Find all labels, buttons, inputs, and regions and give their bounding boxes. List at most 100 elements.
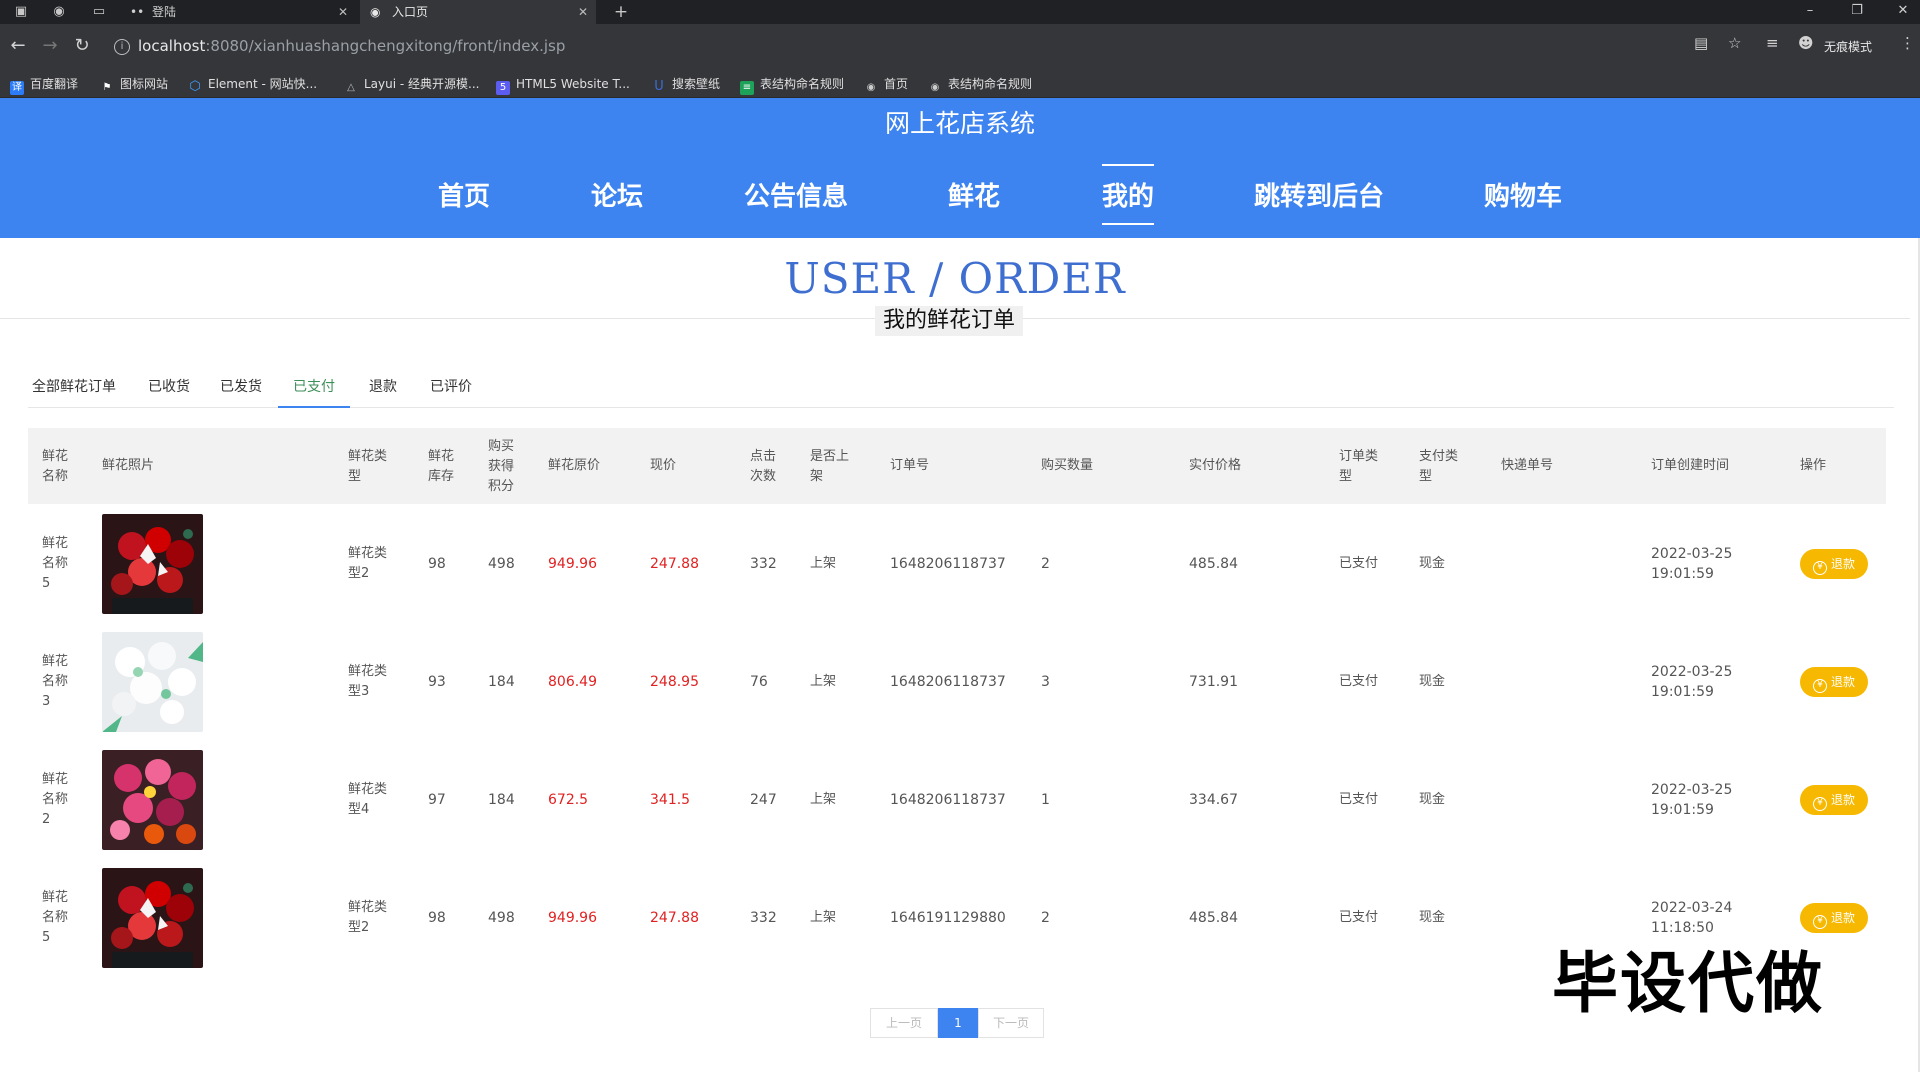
- incognito-icon[interactable]: ☻: [1798, 34, 1814, 52]
- flag-icon: ⚑: [102, 82, 112, 93]
- refund-button[interactable]: ¥ 退款: [1800, 903, 1868, 933]
- tab-reviewed[interactable]: 已评价: [426, 374, 476, 408]
- bookmark-label: Layui - 经典开源模...: [364, 77, 480, 91]
- bookmark-label: 表结构命名规则: [760, 77, 845, 91]
- bookmark-item[interactable]: U 搜索壁纸: [652, 75, 720, 94]
- bookmark-item[interactable]: ◉ 首页: [864, 75, 908, 93]
- info-icon[interactable]: i: [114, 38, 130, 55]
- pay-type: 现金: [1419, 556, 1446, 571]
- prev-page-button[interactable]: 上一页: [870, 1008, 938, 1038]
- close-icon[interactable]: ✕: [338, 0, 348, 24]
- click-count: 332: [750, 910, 777, 926]
- listed-status: 上架: [810, 792, 837, 807]
- bookmark-label: 首页: [884, 77, 909, 91]
- bookmark-label: HTML5 Website T...: [516, 77, 630, 91]
- pay-type: 现金: [1419, 792, 1446, 807]
- tab-received[interactable]: 已收货: [144, 374, 194, 408]
- translate-icon: 译: [10, 81, 24, 95]
- minimize-button[interactable]: –: [1795, 0, 1825, 24]
- bookmark-item[interactable]: ≡ 表结构命名规则: [740, 75, 845, 95]
- table-header: [28, 428, 1886, 504]
- element-icon: ⬡: [189, 79, 201, 94]
- site-title: 网上花店系统: [884, 109, 1035, 138]
- bookmark-item[interactable]: 5 HTML5 Website T...: [496, 75, 630, 95]
- listed-status: 上架: [810, 910, 837, 925]
- refund-button[interactable]: ¥ 退款: [1800, 667, 1868, 697]
- flower-name: 鲜花名称5: [42, 536, 69, 591]
- browser-tab-entry[interactable]: ◉ 入口页 ✕: [360, 0, 596, 24]
- new-tab-button[interactable]: +: [612, 3, 630, 21]
- flower-photo: [102, 632, 203, 732]
- translate-icon[interactable]: ▤: [1694, 34, 1708, 52]
- tab-title: 入口页: [392, 5, 429, 19]
- url-host: localhost: [138, 37, 206, 55]
- window-icon[interactable]: ▭: [90, 3, 108, 21]
- col-header: 购买数量: [1041, 458, 1094, 473]
- nav-admin[interactable]: 跳转到后台: [1254, 176, 1384, 213]
- bookmark-item[interactable]: 译百度翻译: [10, 75, 78, 95]
- tab-shipped[interactable]: 已发货: [216, 374, 266, 408]
- nav-announcements[interactable]: 公告信息: [744, 176, 848, 213]
- reload-button[interactable]: ↻: [70, 34, 94, 58]
- reading-list-icon[interactable]: ≡: [1766, 34, 1779, 52]
- quantity: 3: [1041, 674, 1050, 690]
- nav-home[interactable]: 首页: [438, 176, 490, 213]
- back-button[interactable]: ←: [6, 34, 30, 58]
- original-price: 949.96: [548, 910, 597, 926]
- star-icon[interactable]: ☆: [1728, 34, 1741, 52]
- doc-icon: ≡: [740, 81, 754, 95]
- col-header: 鲜花名称: [42, 449, 69, 484]
- bookmark-item[interactable]: △ Layui - 经典开源模...: [344, 75, 479, 93]
- col-header: 订单号: [890, 458, 930, 473]
- page-number-button[interactable]: 1: [938, 1008, 978, 1038]
- browser-tabstrip: ▣ ◉ ▭ •• 登陆 ✕ ◉ 入口页 ✕ + – ❐ ✕: [0, 0, 1920, 24]
- close-window-button[interactable]: ✕: [1888, 0, 1918, 24]
- original-price: 949.96: [548, 556, 597, 572]
- nav-forum[interactable]: 论坛: [591, 176, 643, 213]
- incognito-label[interactable]: 无痕模式: [1824, 38, 1872, 55]
- bookmark-item[interactable]: ◉ 表结构命名规则: [928, 75, 1032, 93]
- flower-stock: 97: [428, 792, 446, 808]
- current-price: 341.5: [650, 792, 691, 808]
- bookmark-item[interactable]: ⬡ Element - 网站快...: [188, 75, 318, 94]
- next-page-button[interactable]: 下一页: [978, 1008, 1044, 1038]
- paid-price: 334.67: [1189, 792, 1238, 808]
- flower-type: 鲜花类型4: [348, 782, 388, 817]
- points: 498: [488, 910, 515, 926]
- tab-all-orders[interactable]: 全部鲜花订单: [28, 374, 120, 408]
- flower-type: 鲜花类型2: [348, 546, 388, 581]
- url-field[interactable]: i localhost:8080/xianhuashangchengxitong/…: [106, 31, 1706, 61]
- flower-name: 鲜花名称3: [42, 654, 69, 709]
- tab-paid[interactable]: 已支付: [278, 374, 350, 408]
- restore-button[interactable]: ❐: [1842, 0, 1872, 24]
- browser-tab-login[interactable]: •• 登陆 ✕: [120, 0, 356, 24]
- tab-refund[interactable]: 退款: [365, 374, 401, 408]
- url-path: :8080/xianhuashangchengxitong/front/inde…: [205, 37, 566, 55]
- order-number: 1648206118737: [890, 674, 1006, 690]
- order-number: 1646191129880: [890, 910, 1006, 926]
- section-title: USER / ORDER: [784, 254, 1126, 303]
- refund-label: 退款: [1830, 557, 1855, 571]
- menu-icon[interactable]: ⋮: [1900, 34, 1915, 52]
- pay-type: 现金: [1419, 910, 1446, 925]
- pay-type: 现金: [1419, 674, 1446, 689]
- tab-search-icon[interactable]: ▣: [12, 3, 30, 21]
- close-icon[interactable]: ✕: [578, 0, 588, 24]
- current-price: 247.88: [650, 556, 699, 572]
- yen-icon: ¥: [1812, 915, 1827, 929]
- bookmark-label: Element - 网站快...: [208, 77, 318, 91]
- refund-button[interactable]: ¥ 退款: [1800, 549, 1868, 579]
- original-price: 806.49: [548, 674, 597, 690]
- refund-button[interactable]: ¥ 退款: [1800, 785, 1868, 815]
- refund-label: 退款: [1830, 793, 1855, 807]
- nav-mine[interactable]: 我的: [1102, 164, 1155, 225]
- col-header: 鲜花照片: [102, 458, 155, 473]
- nav-flowers[interactable]: 鲜花: [948, 176, 1000, 213]
- globe-icon[interactable]: ◉: [50, 3, 68, 21]
- forward-button[interactable]: →: [38, 34, 62, 58]
- flower-stock: 98: [428, 910, 446, 926]
- bookmark-item[interactable]: ⚑ 图标网站: [100, 75, 169, 93]
- nav-cart[interactable]: 购物车: [1484, 176, 1562, 213]
- quantity: 1: [1041, 792, 1050, 808]
- flower-type: 鲜花类型3: [348, 664, 388, 699]
